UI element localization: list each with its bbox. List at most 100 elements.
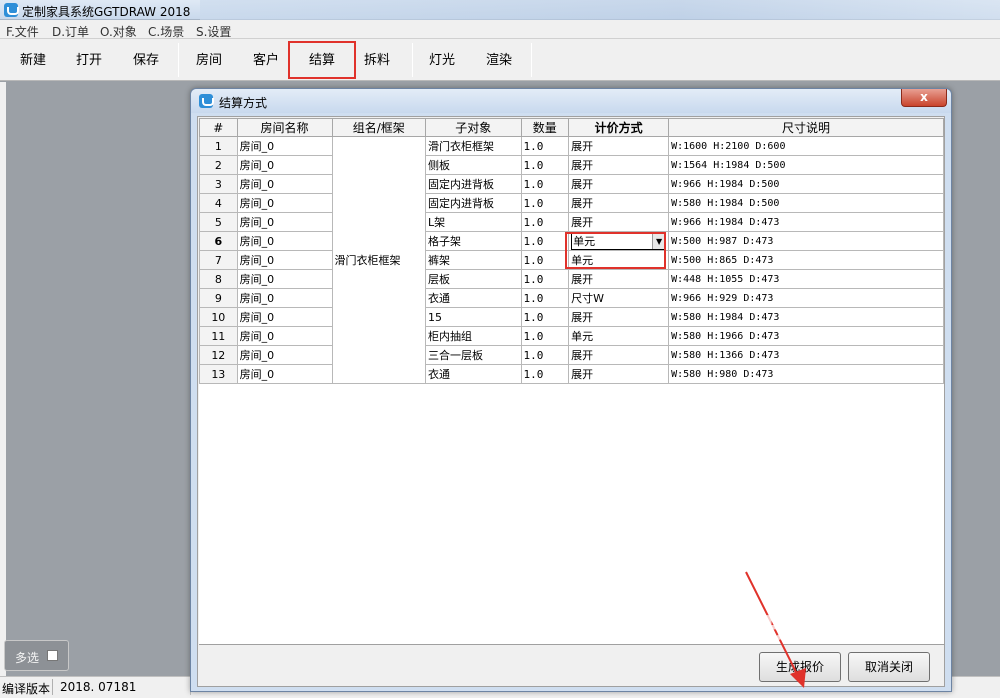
table-row[interactable]: 5 房间_0 L架 1.0 展开 W:966 H:1984 D:473 [199,212,944,232]
pricing-method-cell[interactable]: 展开 [568,193,670,213]
size-description-cell[interactable]: W:580 H:980 D:473 [668,364,944,384]
quantity-cell[interactable]: 1.0 [520,155,570,175]
row-index[interactable]: 1 [199,136,238,156]
pricing-method-cell[interactable]: 展开 [568,212,670,232]
table-row[interactable]: 13 房间_0 衣通 1.0 展开 W:580 H:980 D:473 [199,364,944,384]
size-description-cell[interactable]: W:966 H:1984 D:500 [668,174,944,194]
room-button[interactable]: 房间 [196,49,222,68]
child-object-cell[interactable]: 15 [425,307,522,327]
child-object-cell[interactable]: 层板 [425,269,522,289]
split-button[interactable]: 拆料 [364,49,390,68]
row-index[interactable]: 8 [199,269,238,289]
generate-quote-button[interactable]: 生成报价 [759,652,841,682]
group-frame-cell[interactable]: 滑门衣柜框架 [331,136,427,384]
size-description-cell[interactable]: W:500 H:987 D:473 [668,231,944,251]
quantity-cell[interactable]: 1.0 [520,288,570,308]
pricing-method-cell[interactable]: 展开 [568,174,670,194]
child-object-cell[interactable]: 滑门衣柜框架 [425,136,522,156]
child-object-cell[interactable]: 柜内抽组 [425,326,522,346]
child-object-cell[interactable]: 固定内进背板 [425,174,522,194]
menu-file[interactable]: F.文件 [6,23,39,40]
quantity-cell[interactable]: 1.0 [520,307,570,327]
row-index[interactable]: 7 [199,250,238,270]
table-row[interactable]: 2 房间_0 侧板 1.0 展开 W:1564 H:1984 D:500 [199,155,944,175]
pricing-method-cell[interactable]: 展开 [568,269,670,289]
multiselect-checkbox[interactable] [47,650,58,661]
row-index[interactable]: 3 [199,174,238,194]
multiselect-toggle[interactable]: 多选 [4,640,69,671]
table-row[interactable]: 9 房间_0 衣通 1.0 尺寸W W:966 H:929 D:473 [199,288,944,308]
pricing-method-cell[interactable]: 展开 [568,364,670,384]
child-object-cell[interactable]: 格子架 [425,231,522,251]
room-name-cell[interactable]: 房间_0 [236,174,333,194]
quantity-cell[interactable]: 1.0 [520,269,570,289]
size-description-cell[interactable]: W:966 H:929 D:473 [668,288,944,308]
room-name-cell[interactable]: 房间_0 [236,231,333,251]
size-description-cell[interactable]: W:500 H:865 D:473 [668,250,944,270]
open-button[interactable]: 打开 [76,49,102,68]
dialog-title-bar[interactable]: 结算方式 x [191,89,951,113]
table-row[interactable]: 10 房间_0 15 1.0 展开 W:580 H:1984 D:473 [199,307,944,327]
size-description-cell[interactable]: W:1564 H:1984 D:500 [668,155,944,175]
room-name-cell[interactable]: 房间_0 [236,250,333,270]
row-index[interactable]: 12 [199,345,238,365]
table-row[interactable]: 7 房间_0 裤架 1.0 单元 W:500 H:865 D:473 [199,250,944,270]
quantity-cell[interactable]: 1.0 [520,364,570,384]
pricing-method-cell[interactable]: 展开 [568,345,670,365]
chevron-down-icon[interactable]: ▼ [652,233,666,249]
room-name-cell[interactable]: 房间_0 [236,345,333,365]
pricing-method-cell[interactable]: 单元 [568,326,670,346]
room-name-cell[interactable]: 房间_0 [236,364,333,384]
menu-order[interactable]: D.订单 [52,23,89,40]
header-room-name[interactable]: 房间名称 [236,118,333,137]
row-index[interactable]: 10 [199,307,238,327]
cancel-close-button[interactable]: 取消关闭 [848,652,930,682]
quantity-cell[interactable]: 1.0 [520,193,570,213]
header-child-object[interactable]: 子对象 [425,118,522,137]
table-row[interactable]: 1 房间_0 滑门衣柜框架 滑门衣柜框架 1.0 展开 W:1600 H:2100 D:60… [199,136,944,384]
quantity-cell[interactable]: 1.0 [520,345,570,365]
pricing-method-dropdown[interactable]: 单元 ▼ [571,232,667,250]
row-index[interactable]: 11 [199,326,238,346]
table-row[interactable]: 11 房间_0 柜内抽组 1.0 单元 W:580 H:1966 D:473 [199,326,944,346]
size-description-cell[interactable]: W:580 H:1984 D:473 [668,307,944,327]
row-index[interactable]: 4 [199,193,238,213]
table-row[interactable]: 6 房间_0 格子架 1.0 单元 ▼ W:500 H:987 D:473 [199,231,944,251]
room-name-cell[interactable]: 房间_0 [236,155,333,175]
row-index[interactable]: 9 [199,288,238,308]
header-group-frame[interactable]: 组名/框架 [331,118,427,137]
light-button[interactable]: 灯光 [429,49,455,68]
quantity-cell[interactable]: 1.0 [520,250,570,270]
menu-scene[interactable]: C.场景 [148,23,184,40]
pricing-method-cell[interactable]: 展开 [568,307,670,327]
menu-settings[interactable]: S.设置 [196,23,231,40]
pricing-method-cell[interactable]: 展开 [568,136,670,156]
close-icon[interactable]: x [901,89,947,107]
child-object-cell[interactable]: 固定内进背板 [425,193,522,213]
row-index[interactable]: 5 [199,212,238,232]
quantity-cell[interactable]: 1.0 [520,231,570,251]
size-description-cell[interactable]: W:580 H:1984 D:500 [668,193,944,213]
table-row[interactable]: 8 房间_0 层板 1.0 展开 W:448 H:1055 D:473 [199,269,944,289]
room-name-cell[interactable]: 房间_0 [236,193,333,213]
child-object-cell[interactable]: 衣通 [425,288,522,308]
menu-object[interactable]: O.对象 [100,23,137,40]
pricing-method-cell[interactable]: 展开 [568,155,670,175]
size-description-cell[interactable]: W:966 H:1984 D:473 [668,212,944,232]
row-index[interactable]: 13 [199,364,238,384]
room-name-cell[interactable]: 房间_0 [236,288,333,308]
child-object-cell[interactable]: 衣通 [425,364,522,384]
save-button[interactable]: 保存 [133,49,159,68]
room-name-cell[interactable]: 房间_0 [236,269,333,289]
table-row[interactable]: 4 房间_0 固定内进背板 1.0 展开 W:580 H:1984 D:500 [199,193,944,213]
quantity-cell[interactable]: 1.0 [520,136,570,156]
room-name-cell[interactable]: 房间_0 [236,136,333,156]
render-button[interactable]: 渲染 [486,49,512,68]
size-description-cell[interactable]: W:448 H:1055 D:473 [668,269,944,289]
pricing-method-cell[interactable]: 单元 ▼ [568,231,670,251]
size-description-cell[interactable]: W:1600 H:2100 D:600 [668,136,944,156]
pricing-method-cell[interactable]: 单元 [568,250,670,270]
row-index[interactable]: 6 [199,231,238,251]
room-name-cell[interactable]: 房间_0 [236,307,333,327]
room-name-cell[interactable]: 房间_0 [236,326,333,346]
